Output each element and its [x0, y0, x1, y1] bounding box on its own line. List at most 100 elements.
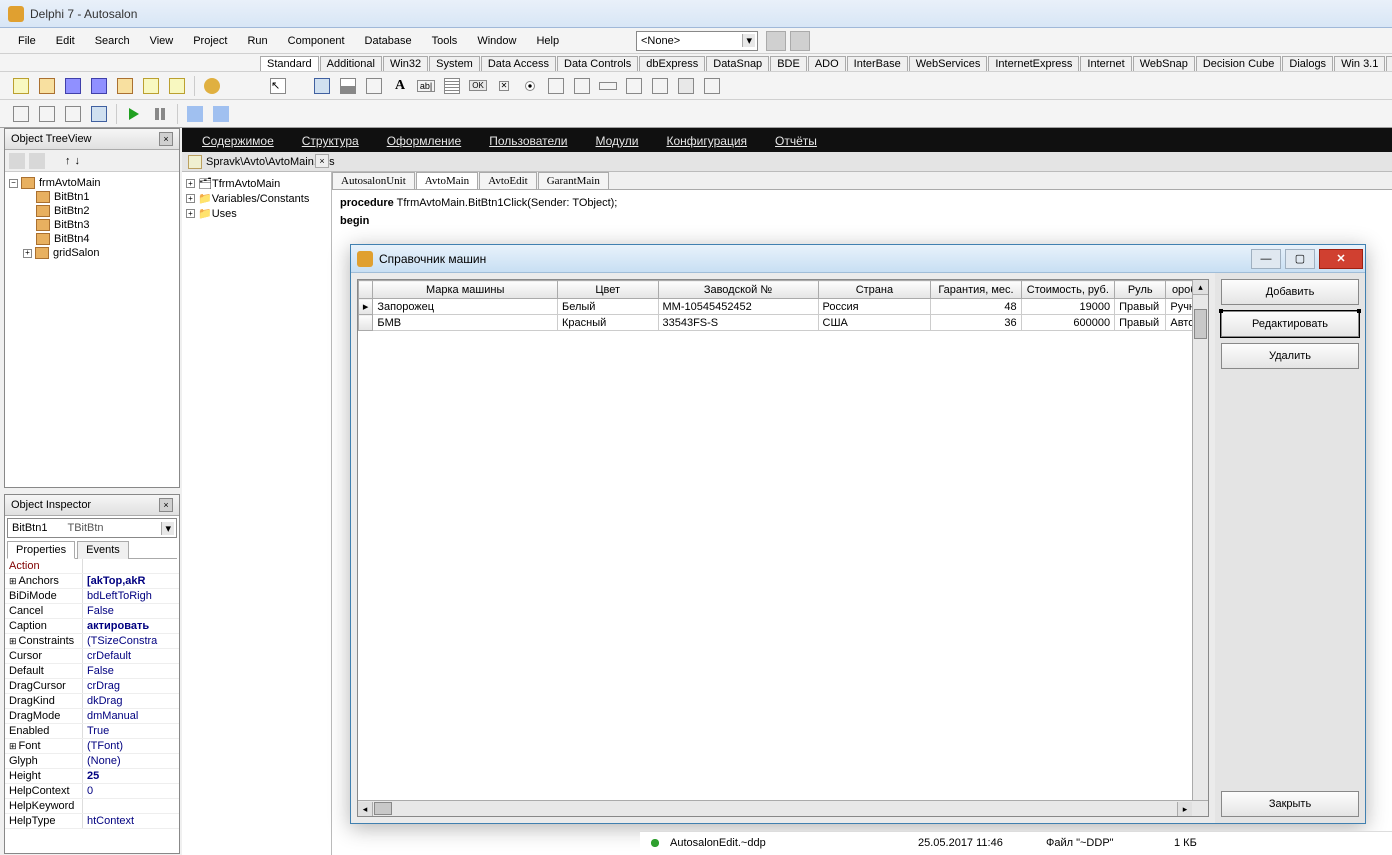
palette-tab-data-controls[interactable]: Data Controls: [557, 56, 638, 71]
toggle-form-unit-icon[interactable]: [61, 102, 85, 126]
grid-cell[interactable]: 48: [931, 299, 1021, 315]
tree-up-icon[interactable]: ↑: [65, 155, 71, 167]
palette-tab-ado[interactable]: ADO: [808, 56, 846, 71]
palette-tab-datasnap[interactable]: DataSnap: [706, 56, 769, 71]
add-button[interactable]: Добавить: [1221, 279, 1359, 305]
palette-tab-websnap[interactable]: WebSnap: [1133, 56, 1195, 71]
set-desktop-icon[interactable]: [790, 31, 810, 51]
dark-menu-item[interactable]: Структура: [288, 130, 373, 152]
prop-row-dragmode[interactable]: DragModedmManual: [5, 709, 179, 724]
grid-cell[interactable]: Правый: [1115, 299, 1166, 315]
checkbox-icon[interactable]: ✕: [492, 74, 516, 98]
prop-value[interactable]: dmManual: [83, 709, 179, 723]
step-over-icon[interactable]: [209, 102, 233, 126]
grid-cell[interactable]: 36: [931, 315, 1021, 331]
menu-help[interactable]: Help: [526, 31, 569, 51]
palette-tab-interbase[interactable]: InterBase: [847, 56, 908, 71]
tree-expand-icon[interactable]: +: [23, 249, 32, 258]
trace-into-icon[interactable]: [183, 102, 207, 126]
grid-header[interactable]: Гарантия, мес.: [931, 281, 1021, 299]
dark-menu-item[interactable]: Содержимое: [188, 130, 288, 152]
prop-row-dragkind[interactable]: DragKinddkDrag: [5, 694, 179, 709]
prop-value[interactable]: bdLeftToRigh: [83, 589, 179, 603]
prop-row-dragcursor[interactable]: DragCursorcrDrag: [5, 679, 179, 694]
grid-header[interactable]: Стоимость, руб.: [1021, 281, 1115, 299]
prop-value[interactable]: crDrag: [83, 679, 179, 693]
tree-node-bitbtn4[interactable]: BitBtn4: [9, 232, 175, 246]
prop-row-cursor[interactable]: CursorcrDefault: [5, 649, 179, 664]
grid-cell[interactable]: 600000: [1021, 315, 1115, 331]
menu-file[interactable]: File: [8, 31, 46, 51]
struct-node-uses[interactable]: +📁 Uses: [186, 206, 327, 221]
prop-row-anchors[interactable]: Anchors[akTop,akR: [5, 574, 179, 589]
treeview-body[interactable]: − frmAvtoMain BitBtn1BitBtn2BitBtn3BitBt…: [5, 172, 179, 264]
palette-tab-decision-cube[interactable]: Decision Cube: [1196, 56, 1282, 71]
palette-tab-internet[interactable]: Internet: [1080, 56, 1131, 71]
property-grid[interactable]: ActionAnchors[akTop,akRBiDiModebdLeftToR…: [5, 559, 179, 845]
prop-value[interactable]: (None): [83, 754, 179, 768]
maximize-button[interactable]: ▢: [1285, 249, 1315, 269]
add-file-icon[interactable]: [139, 74, 163, 98]
grid-cell[interactable]: БМВ: [373, 315, 558, 331]
dark-menu-item[interactable]: Конфигурация: [653, 130, 762, 152]
dark-menu-item[interactable]: Модули: [582, 130, 653, 152]
cars-table[interactable]: Марка машиныЦветЗаводской №СтранаГаранти…: [358, 280, 1208, 331]
tab-events[interactable]: Events: [77, 541, 129, 559]
prop-row-helpcontext[interactable]: HelpContext0: [5, 784, 179, 799]
close-form-button[interactable]: Закрыть: [1221, 791, 1359, 817]
tree-root[interactable]: − frmAvtoMain: [9, 176, 175, 190]
code-tab-avtoedit[interactable]: AvtoEdit: [479, 172, 537, 189]
view-form-icon[interactable]: [35, 102, 59, 126]
grid-cell[interactable]: Россия: [818, 299, 931, 315]
prop-value[interactable]: True: [83, 724, 179, 738]
prop-value[interactable]: (TFont): [83, 739, 179, 753]
grid-scrollbar-horizontal[interactable]: [358, 800, 1208, 816]
prop-row-caption[interactable]: Captionактировать: [5, 619, 179, 634]
structure-close-icon[interactable]: ×: [315, 154, 329, 168]
palette-tab-win-3.1[interactable]: Win 3.1: [1334, 56, 1385, 71]
inspector-close-icon[interactable]: ×: [159, 498, 173, 512]
grid-cell[interactable]: Запорожец: [373, 299, 558, 315]
table-row[interactable]: БМВКрасный33543FS-SСША36600000ПравыйАвто…: [359, 315, 1208, 331]
menu-tools[interactable]: Tools: [422, 31, 468, 51]
palette-tab-data-access[interactable]: Data Access: [481, 56, 556, 71]
prop-value[interactable]: [83, 559, 179, 573]
grid-cell[interactable]: Белый: [557, 299, 658, 315]
cars-grid[interactable]: Марка машиныЦветЗаводской №СтранаГаранти…: [357, 279, 1209, 817]
prop-row-height[interactable]: Height25: [5, 769, 179, 784]
prop-value[interactable]: False: [83, 604, 179, 618]
prop-row-enabled[interactable]: EnabledTrue: [5, 724, 179, 739]
tree-expand-icon[interactable]: −: [9, 179, 18, 188]
grid-header[interactable]: Руль: [1115, 281, 1166, 299]
tree-node-gridsalon[interactable]: +gridSalon: [9, 246, 175, 260]
tree-tool-2[interactable]: [29, 153, 45, 169]
close-button[interactable]: ✕: [1319, 249, 1363, 269]
palette-tab-dbexpress[interactable]: dbExpress: [639, 56, 705, 71]
file-list-row[interactable]: AutosalonEdit.~ddp 25.05.2017 11:46 Файл…: [640, 831, 1392, 853]
code-text[interactable]: procedure TfrmAvtoMain.BitBtn1Click(Send…: [332, 190, 1392, 234]
prop-value[interactable]: htContext: [83, 814, 179, 828]
memo-icon[interactable]: [440, 74, 464, 98]
prop-row-helptype[interactable]: HelpTypehtContext: [5, 814, 179, 829]
prop-value[interactable]: [83, 799, 179, 813]
save-desktop-icon[interactable]: [766, 31, 786, 51]
tree-node-bitbtn2[interactable]: BitBtn2: [9, 204, 175, 218]
prop-row-constraints[interactable]: Constraints(TSizeConstra: [5, 634, 179, 649]
menu-run[interactable]: Run: [237, 31, 277, 51]
actionlist-icon[interactable]: [700, 74, 724, 98]
save-all-icon[interactable]: [87, 74, 111, 98]
tree-node-bitbtn1[interactable]: BitBtn1: [9, 190, 175, 204]
scrollbar-icon[interactable]: [596, 74, 620, 98]
tree-node-bitbtn3[interactable]: BitBtn3: [9, 218, 175, 232]
tree-tool-1[interactable]: [9, 153, 25, 169]
button-icon[interactable]: OK: [466, 74, 490, 98]
desktops-combo[interactable]: <None>: [636, 31, 758, 51]
prop-value[interactable]: 25: [83, 769, 179, 783]
prop-row-glyph[interactable]: Glyph(None): [5, 754, 179, 769]
grid-cell[interactable]: 33543FS-S: [658, 315, 818, 331]
grid-header[interactable]: Цвет: [557, 281, 658, 299]
palette-tab-internetexpress[interactable]: InternetExpress: [988, 56, 1079, 71]
menu-window[interactable]: Window: [467, 31, 526, 51]
grid-header[interactable]: Заводской №: [658, 281, 818, 299]
struct-node-vars[interactable]: +📁 Variables/Constants: [186, 191, 327, 206]
